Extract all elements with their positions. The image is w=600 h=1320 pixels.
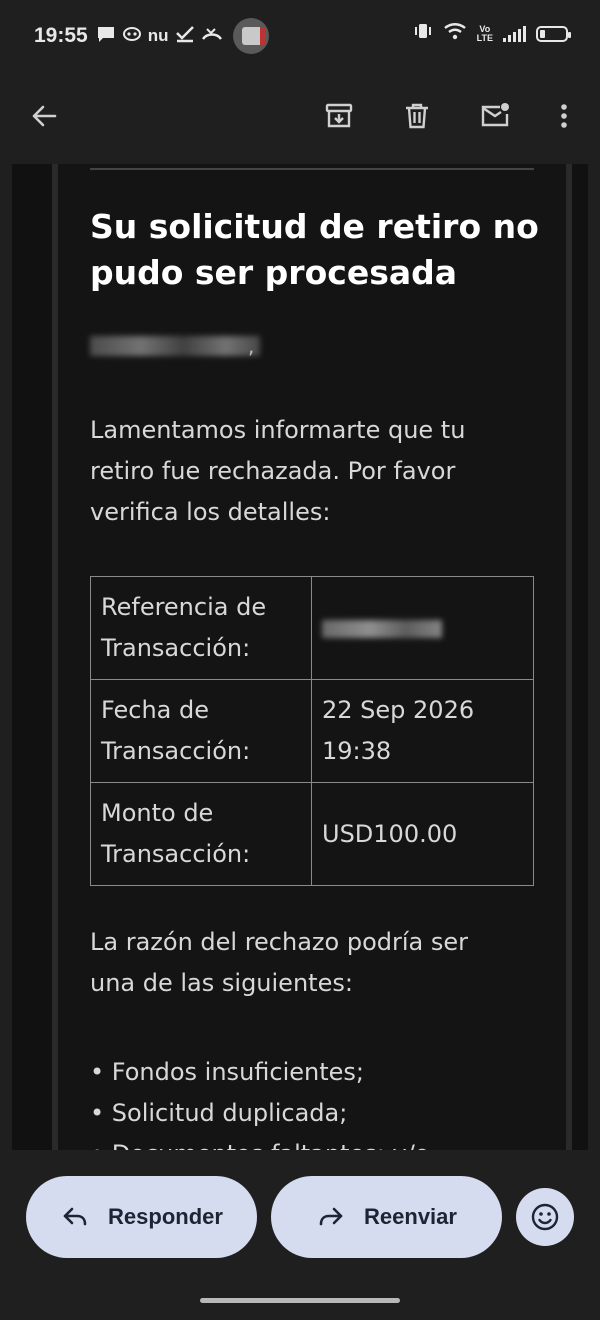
table-cell-value [311,576,534,680]
frame-divider [566,164,572,1150]
system-icons: Vo LTE [413,22,571,45]
bottom-action-bar: Responder Reenviar [0,1150,600,1320]
chat-bubble-icon [96,25,116,48]
forward-label: Reenviar [364,1204,457,1229]
volte-icon: Vo LTE [476,23,493,43]
table-cell-label: Referencia de Transacción: [90,576,312,680]
email-body-scroll[interactable]: Su solicitud de retiro no pudo ser proce… [0,164,600,1150]
battery-icon [536,25,571,42]
reference-redacted [322,619,442,638]
status-time: 19:55 [34,24,88,47]
list-item: • Solicitud duplicada; [90,1099,348,1127]
more-vert-icon[interactable] [540,92,588,140]
mark-unread-icon[interactable] [471,92,519,140]
list-item: • Fondos insuficientes; [90,1058,364,1086]
reply-button[interactable]: Responder [26,1176,257,1258]
email-card: Su solicitud de retiro no pudo ser proce… [58,164,566,1150]
vibrate-icon [413,22,433,45]
check-icon [175,25,195,48]
forward-icon [319,1207,343,1226]
back-arrow-icon[interactable] [20,92,68,140]
wifi-icon [443,22,467,45]
email-title: Su solicitud de retiro no pudo ser proce… [90,207,539,292]
status-bar: 19:55 nu Vo LTE [0,0,600,72]
table-row: Fecha de Transacción: 22 Sep 2026 19:38 [90,679,534,783]
signal-icon [503,25,526,42]
table-cell-label: Fecha de Transacción: [90,679,312,783]
intro-text: Lamentamos informarte que tu retiro fue … [90,416,466,526]
table-cell-value: 22 Sep 2026 19:38 [311,679,534,783]
greeting-comma: , [248,334,255,358]
email-toolbar [0,72,600,164]
table-row: Monto de Transacción: USD100.00 [90,782,534,886]
email-frame: Su solicitud de retiro no pudo ser proce… [12,164,588,1150]
greeting-redacted [90,336,260,356]
list-item: • Documentos faltantes; y/o [90,1134,530,1150]
table-cell-value: USD100.00 [311,782,534,886]
emoji-reaction-button[interactable] [516,1188,574,1246]
notification-icons: nu [96,25,223,48]
reason-intro-text: La razón del rechazo podría ser una de l… [90,928,468,997]
transaction-table: Referencia de Transacción: Fecha de Tran… [90,576,534,886]
table-row: Referencia de Transacción: [90,576,534,680]
reply-icon [63,1207,87,1226]
nu-icon: nu [147,26,169,45]
missed-call-icon [201,27,223,46]
app-thumbnail-icon [233,18,269,54]
mask-icon [122,26,142,47]
table-cell-label: Monto de Transacción: [90,782,312,886]
forward-button[interactable]: Reenviar [271,1176,502,1258]
reason-list: • Fondos insuficientes; • Solicitud dupl… [90,1052,530,1150]
home-indicator[interactable] [200,1298,400,1303]
delete-icon[interactable] [393,92,441,140]
email-screen: 19:55 nu Vo LTE Su solicitud de retiro n… [0,0,600,1320]
emoji-icon [531,1203,559,1231]
top-divider [90,168,534,170]
archive-icon[interactable] [315,92,363,140]
reply-label: Responder [108,1204,223,1229]
